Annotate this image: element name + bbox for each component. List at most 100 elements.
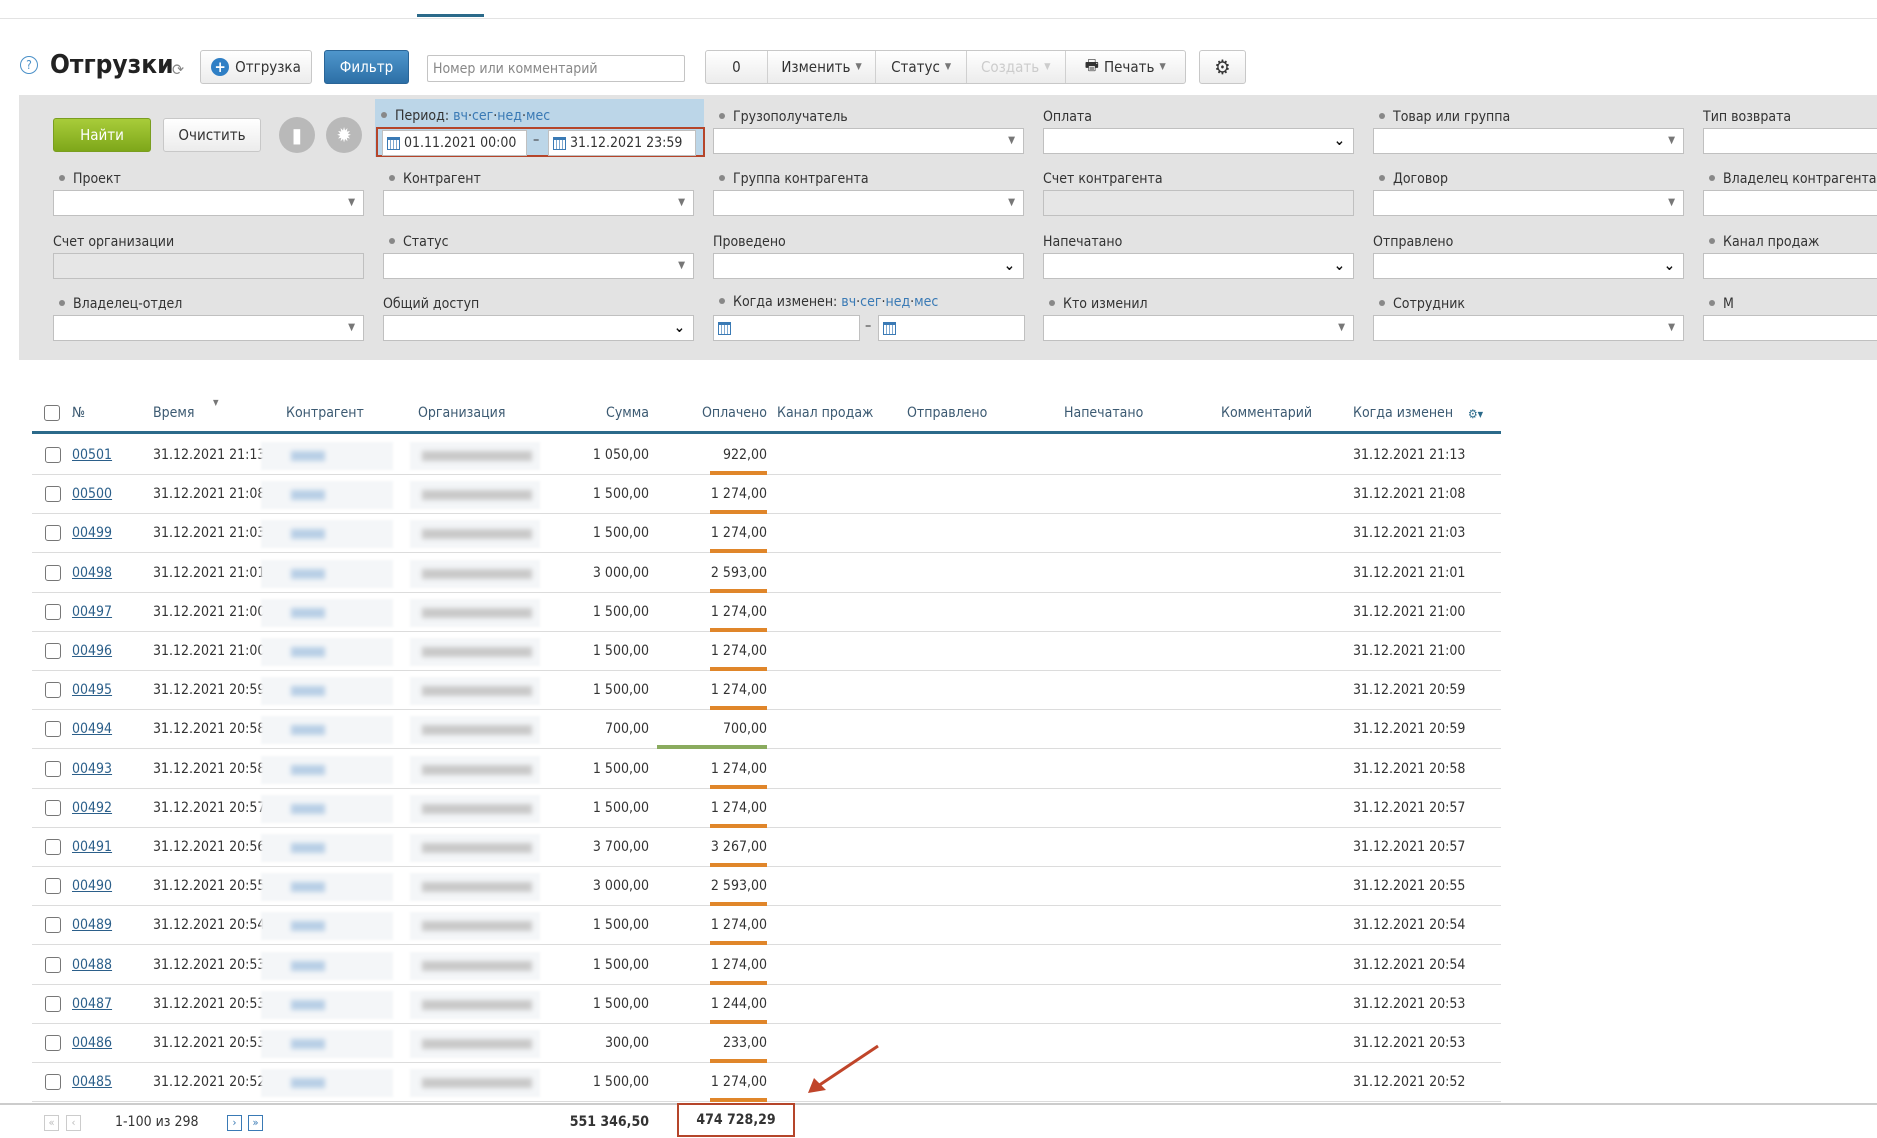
table-row[interactable]: 00492 31.12.2021 20:57 1 500,00 1 274,00… bbox=[32, 789, 1501, 828]
select-all-checkbox[interactable] bbox=[44, 405, 60, 421]
row-checkbox[interactable] bbox=[45, 486, 61, 503]
search-input[interactable] bbox=[427, 55, 685, 82]
row-checkbox[interactable] bbox=[45, 839, 61, 855]
row-checkbox[interactable] bbox=[45, 878, 61, 895]
period-shortcut-week[interactable]: нед bbox=[497, 108, 522, 124]
row-number-link[interactable]: 00493 bbox=[72, 761, 112, 777]
row-number-link[interactable]: 00497 bbox=[72, 604, 112, 620]
calendar-icon[interactable] bbox=[553, 136, 566, 150]
table-row[interactable]: 00498 31.12.2021 21:01 3 000,00 2 593,00… bbox=[32, 554, 1501, 593]
table-row[interactable]: 00497 31.12.2021 21:00 1 500,00 1 274,00… bbox=[32, 593, 1501, 632]
help-icon[interactable]: ? bbox=[20, 56, 38, 74]
filter-input[interactable]: ▼ bbox=[1043, 315, 1354, 341]
changed-shortcut-month[interactable]: мес bbox=[914, 294, 938, 310]
column-settings-icon[interactable]: ⚙▾ bbox=[1468, 407, 1483, 421]
print-dropdown[interactable]: 🖶 Печать ▼ bbox=[1064, 51, 1186, 83]
row-number-link[interactable]: 00500 bbox=[72, 486, 112, 502]
filter-input[interactable]: ▼ bbox=[1373, 315, 1684, 341]
filter-input[interactable]: ▼ bbox=[53, 315, 364, 341]
table-row[interactable]: 00501 31.12.2021 21:13 1 050,00 922,00 3… bbox=[32, 436, 1501, 475]
row-checkbox[interactable] bbox=[45, 682, 61, 699]
row-checkbox[interactable] bbox=[45, 995, 61, 1012]
row-number-link[interactable]: 00494 bbox=[72, 721, 112, 737]
filter-input[interactable]: ⌄ bbox=[1373, 253, 1684, 279]
filter-button[interactable]: Фильтр bbox=[324, 50, 409, 84]
filter-input[interactable]: ▼ bbox=[53, 190, 364, 216]
settings-gear-button[interactable]: ⚙ bbox=[1199, 50, 1246, 84]
row-checkbox[interactable] bbox=[45, 1035, 61, 1051]
period-from-input[interactable]: 01.11.2021 00:00 bbox=[382, 130, 527, 156]
bookmark-icon[interactable]: ▮ bbox=[279, 117, 315, 153]
filter-input[interactable] bbox=[1703, 128, 1877, 154]
column-header[interactable]: Время bbox=[153, 405, 194, 421]
changed-to-input[interactable] bbox=[878, 315, 1025, 341]
changed-shortcut-today[interactable]: сег bbox=[860, 294, 881, 310]
row-checkbox[interactable] bbox=[45, 721, 61, 738]
column-header[interactable]: Канал продаж bbox=[777, 405, 873, 421]
filter-input[interactable]: ▼ bbox=[713, 190, 1024, 216]
row-checkbox[interactable] bbox=[45, 603, 61, 620]
column-header[interactable]: Напечатано bbox=[1064, 405, 1143, 421]
changed-from-input[interactable] bbox=[713, 315, 860, 341]
row-checkbox[interactable] bbox=[45, 1074, 61, 1091]
filter-input[interactable]: ⌄ bbox=[383, 315, 694, 341]
row-number-link[interactable]: 00495 bbox=[72, 682, 112, 698]
table-row[interactable]: 00495 31.12.2021 20:59 1 500,00 1 274,00… bbox=[32, 671, 1501, 711]
filter-input[interactable]: ⌄ bbox=[1043, 253, 1354, 279]
column-header[interactable]: Когда изменен bbox=[1353, 405, 1453, 421]
row-checkbox[interactable] bbox=[45, 956, 61, 973]
table-row[interactable]: 00490 31.12.2021 20:55 3 000,00 2 593,00… bbox=[32, 867, 1501, 907]
column-header[interactable]: Организация bbox=[418, 405, 505, 421]
refresh-icon[interactable]: ⟳ bbox=[172, 60, 184, 79]
column-header[interactable]: Сумма bbox=[606, 405, 649, 421]
table-row[interactable]: 00485 31.12.2021 20:52 1 500,00 1 274,00… bbox=[32, 1063, 1501, 1103]
row-checkbox[interactable] bbox=[45, 799, 61, 816]
filter-input[interactable] bbox=[1703, 315, 1877, 341]
row-number-link[interactable]: 00490 bbox=[72, 878, 112, 894]
period-shortcut-yesterday[interactable]: вч bbox=[453, 108, 468, 124]
filter-input[interactable]: ▼ bbox=[383, 253, 694, 279]
period-to-input[interactable]: 31.12.2021 23:59 bbox=[548, 130, 696, 156]
row-checkbox[interactable] bbox=[45, 564, 61, 581]
calendar-icon[interactable] bbox=[387, 136, 400, 150]
table-row[interactable]: 00487 31.12.2021 20:53 1 500,00 1 244,00… bbox=[32, 985, 1501, 1024]
table-row[interactable]: 00496 31.12.2021 21:00 1 500,00 1 274,00… bbox=[32, 632, 1501, 671]
last-page-button[interactable]: » bbox=[248, 1115, 263, 1131]
clear-button[interactable]: Очистить bbox=[163, 118, 261, 152]
row-number-link[interactable]: 00488 bbox=[72, 957, 112, 973]
row-checkbox[interactable] bbox=[45, 447, 61, 463]
period-shortcut-today[interactable]: сег bbox=[472, 108, 493, 124]
column-header[interactable]: Оплачено bbox=[702, 405, 767, 421]
filter-settings-gear-icon[interactable]: ✹ bbox=[326, 117, 362, 153]
filter-input[interactable] bbox=[1703, 253, 1877, 279]
change-dropdown[interactable]: Изменить ▼ bbox=[766, 51, 876, 83]
sort-desc-icon[interactable]: ▼ bbox=[213, 398, 219, 407]
row-number-link[interactable]: 00485 bbox=[72, 1074, 112, 1090]
row-checkbox[interactable] bbox=[45, 917, 61, 934]
table-row[interactable]: 00500 31.12.2021 21:08 1 500,00 1 274,00… bbox=[32, 475, 1501, 515]
row-number-link[interactable]: 00487 bbox=[72, 996, 112, 1012]
table-row[interactable]: 00494 31.12.2021 20:58 700,00 700,00 31.… bbox=[32, 710, 1501, 750]
filter-input[interactable]: ▼ bbox=[713, 128, 1024, 154]
row-number-link[interactable]: 00496 bbox=[72, 643, 112, 659]
column-header[interactable]: № bbox=[72, 405, 85, 421]
filter-input[interactable]: ▼ bbox=[1373, 190, 1684, 216]
row-checkbox[interactable] bbox=[45, 643, 61, 659]
calendar-icon[interactable] bbox=[883, 321, 896, 335]
prev-page-button[interactable]: ‹ bbox=[66, 1115, 81, 1131]
row-number-link[interactable]: 00489 bbox=[72, 917, 112, 933]
column-header[interactable]: Отправлено bbox=[907, 405, 987, 421]
create-dropdown[interactable]: Создать ▼ bbox=[965, 51, 1065, 83]
changed-shortcut-yesterday[interactable]: вч bbox=[841, 294, 856, 310]
calendar-icon[interactable] bbox=[718, 321, 731, 335]
table-row[interactable]: 00486 31.12.2021 20:53 300,00 233,00 31.… bbox=[32, 1024, 1501, 1063]
table-row[interactable]: 00493 31.12.2021 20:58 1 500,00 1 274,00… bbox=[32, 750, 1501, 789]
table-row[interactable]: 00488 31.12.2021 20:53 1 500,00 1 274,00… bbox=[32, 946, 1501, 985]
row-checkbox[interactable] bbox=[45, 760, 61, 777]
filter-input[interactable]: ▼ bbox=[1373, 128, 1684, 154]
next-page-button[interactable]: › bbox=[227, 1115, 242, 1131]
row-number-link[interactable]: 00492 bbox=[72, 800, 112, 816]
column-header[interactable]: Контрагент bbox=[286, 405, 364, 421]
column-header[interactable]: Комментарий bbox=[1221, 405, 1312, 421]
filter-input[interactable]: ⌄ bbox=[1043, 128, 1354, 154]
